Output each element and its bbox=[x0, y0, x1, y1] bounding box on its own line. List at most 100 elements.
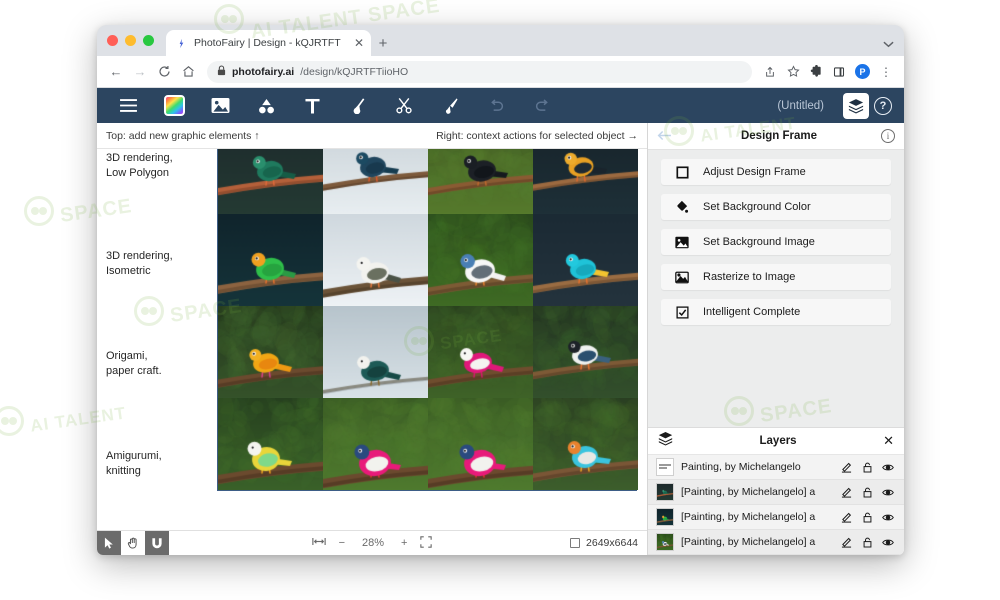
edit-pencil-icon[interactable] bbox=[839, 512, 853, 523]
row-label-column: 3D rendering, Low Polygon 3D rendering, Iso… bbox=[97, 149, 217, 530]
canvas-viewport[interactable]: 3D rendering, Low Polygon 3D rendering, Iso… bbox=[97, 149, 647, 530]
panel-title: Design Frame bbox=[677, 130, 881, 142]
artboard[interactable] bbox=[217, 149, 647, 530]
share-icon[interactable] bbox=[760, 62, 780, 82]
canvas-image-cell[interactable] bbox=[533, 398, 638, 490]
photofairy-app-icon-button[interactable] bbox=[151, 88, 197, 123]
canvas-image-cell[interactable] bbox=[428, 306, 533, 398]
canvas-image-cell[interactable] bbox=[428, 149, 533, 214]
hint-top: Top: add new graphic elements ↑ bbox=[106, 130, 260, 142]
fit-to-screen-icon[interactable] bbox=[420, 536, 432, 551]
pen-tool-button[interactable] bbox=[335, 88, 381, 123]
canvas-image-cell[interactable] bbox=[218, 149, 323, 214]
photofairy-app-icon bbox=[164, 95, 185, 116]
action-label: Set Background Color bbox=[703, 201, 811, 213]
info-icon[interactable]: i bbox=[881, 129, 895, 143]
eye-icon[interactable] bbox=[881, 513, 895, 522]
lock-icon[interactable] bbox=[860, 462, 874, 473]
canvas-image-cell[interactable] bbox=[323, 149, 428, 214]
maximize-window-button[interactable] bbox=[143, 35, 154, 46]
app-toolbar: (Untitled) ? bbox=[97, 88, 904, 123]
shapes-tool-button[interactable] bbox=[243, 88, 289, 123]
window-traffic-lights bbox=[107, 25, 166, 56]
profile-avatar[interactable]: P bbox=[855, 64, 870, 79]
lock-icon[interactable] bbox=[860, 487, 874, 498]
layer-row[interactable]: [Painting, by Michelangelo] a bbox=[648, 530, 904, 555]
side-panel-icon[interactable] bbox=[829, 62, 849, 82]
canvas-image-cell[interactable] bbox=[323, 214, 428, 306]
browser-tab-title: PhotoFairy | Design - kQJRTFT bbox=[194, 37, 348, 49]
fit-to-width-icon[interactable] bbox=[312, 537, 326, 549]
panel-back-button[interactable] bbox=[657, 128, 677, 144]
canvas-image-cell[interactable] bbox=[533, 306, 638, 398]
layer-row[interactable]: [Painting, by Michelangelo] a bbox=[648, 505, 904, 530]
action-square-outline[interactable]: Adjust Design Frame bbox=[661, 159, 891, 185]
back-button[interactable]: ← bbox=[105, 61, 127, 83]
close-layers-panel-icon[interactable]: ✕ bbox=[883, 433, 894, 449]
close-window-button[interactable] bbox=[107, 35, 118, 46]
zoom-out-button[interactable]: − bbox=[339, 537, 345, 549]
eye-icon[interactable] bbox=[881, 538, 895, 547]
canvas-image-cell[interactable] bbox=[218, 306, 323, 398]
canvas-row-label: 3D rendering, Low Polygon bbox=[106, 151, 173, 181]
canvas-image-cell[interactable] bbox=[218, 214, 323, 306]
canvas-image-cell[interactable] bbox=[323, 306, 428, 398]
lock-icon[interactable] bbox=[860, 512, 874, 523]
minimize-window-button[interactable] bbox=[125, 35, 136, 46]
redo-button[interactable] bbox=[519, 88, 565, 123]
edit-pencil-icon[interactable] bbox=[839, 537, 853, 548]
lock-icon[interactable] bbox=[860, 537, 874, 548]
layer-thumbnail bbox=[656, 458, 674, 476]
canvas-image-cell[interactable] bbox=[428, 398, 533, 490]
action-paint-bucket[interactable]: Set Background Color bbox=[661, 194, 891, 220]
action-label: Rasterize to Image bbox=[703, 271, 795, 283]
reload-button[interactable] bbox=[153, 61, 175, 83]
forward-button[interactable]: → bbox=[129, 61, 151, 83]
canvas-size-value: 2649x6644 bbox=[586, 537, 638, 549]
address-bar-actions: P ⋮ bbox=[760, 62, 896, 82]
lock-icon bbox=[217, 65, 226, 78]
close-tab-icon[interactable]: ✕ bbox=[354, 37, 364, 49]
undo-button[interactable] bbox=[473, 88, 519, 123]
new-tab-button[interactable]: + bbox=[371, 30, 395, 56]
image-filled-icon bbox=[661, 236, 703, 249]
cut-tool-button[interactable] bbox=[381, 88, 427, 123]
zoom-in-button[interactable]: + bbox=[401, 537, 407, 549]
browser-menu-button[interactable]: ⋮ bbox=[876, 62, 896, 82]
chevron-down-icon[interactable] bbox=[883, 40, 894, 51]
right-panel: Design Frame i Adjust Design Frame Set Ba… bbox=[647, 123, 904, 555]
layers-panel: Layers ✕ Painting, by Michelangelo [Paint… bbox=[648, 427, 904, 555]
canvas-image-cell[interactable] bbox=[218, 398, 323, 490]
layers-panel-header: Layers ✕ bbox=[648, 427, 904, 455]
bookmark-star-icon[interactable] bbox=[783, 62, 803, 82]
photofairy-favicon bbox=[175, 37, 188, 50]
help-button[interactable]: ? bbox=[874, 97, 892, 115]
url-input[interactable]: photofairy.ai/design/kQJRTFTiioHO bbox=[207, 61, 752, 83]
eye-icon[interactable] bbox=[881, 488, 895, 497]
canvas-image-cell[interactable] bbox=[533, 149, 638, 214]
canvas-size-indicator: 2649x6644 bbox=[570, 537, 638, 549]
action-image-outline[interactable]: Rasterize to Image bbox=[661, 264, 891, 290]
extensions-icon[interactable] bbox=[806, 62, 826, 82]
layer-row[interactable]: [Painting, by Michelangelo] a bbox=[648, 480, 904, 505]
image-grid[interactable] bbox=[217, 149, 637, 491]
canvas-image-cell[interactable] bbox=[533, 214, 638, 306]
edit-pencil-icon[interactable] bbox=[839, 462, 853, 473]
layer-row[interactable]: Painting, by Michelangelo bbox=[648, 455, 904, 480]
layers-toggle-button[interactable] bbox=[843, 93, 869, 119]
text-tool-button[interactable] bbox=[289, 88, 335, 123]
action-image-filled[interactable]: Set Background Image bbox=[661, 229, 891, 255]
canvas-size-checkbox[interactable] bbox=[570, 538, 580, 548]
image-tool-button[interactable] bbox=[197, 88, 243, 123]
eye-icon[interactable] bbox=[881, 463, 895, 472]
home-button[interactable] bbox=[177, 61, 199, 83]
browser-tab[interactable]: PhotoFairy | Design - kQJRTFT ✕ bbox=[166, 30, 371, 56]
url-domain: photofairy.ai bbox=[232, 66, 294, 78]
hamburger-menu-button[interactable] bbox=[105, 88, 151, 123]
canvas-image-cell[interactable] bbox=[428, 214, 533, 306]
brush-tool-button[interactable] bbox=[427, 88, 473, 123]
square-outline-icon bbox=[661, 166, 703, 179]
action-checkbox-checked[interactable]: Intelligent Complete bbox=[661, 299, 891, 325]
edit-pencil-icon[interactable] bbox=[839, 487, 853, 498]
canvas-image-cell[interactable] bbox=[323, 398, 428, 490]
